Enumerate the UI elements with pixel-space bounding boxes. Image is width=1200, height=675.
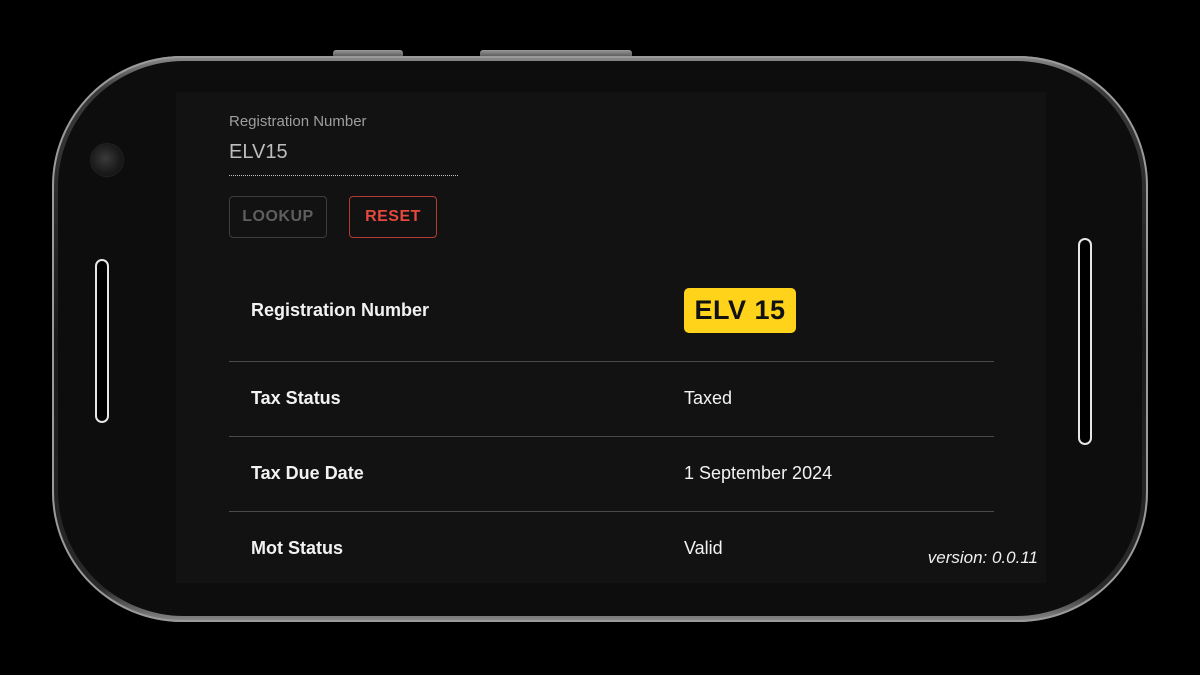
device-stage: Registration Number LOOKUP RESET Registr… (0, 0, 1200, 675)
lookup-button[interactable]: LOOKUP (229, 196, 327, 238)
reset-button[interactable]: RESET (349, 196, 437, 238)
speaker-grille-right (1078, 238, 1092, 445)
row-value: 1 September 2024 (684, 463, 833, 483)
number-plate-badge: ELV 15 (684, 288, 796, 333)
row-label: Tax Status (251, 388, 341, 408)
vehicle-details-table: Registration Number ELV 15 Tax Status Ta… (229, 267, 994, 583)
table-row: Tax Due Date 1 September 2024 (229, 437, 994, 512)
speaker-grille-left (95, 259, 109, 423)
table-row: Registration Number ELV 15 (229, 267, 994, 362)
table-row: Mot Status Valid (229, 512, 994, 583)
app-screen: Registration Number LOOKUP RESET Registr… (176, 92, 1046, 583)
row-label: Registration Number (251, 300, 430, 320)
row-label: Mot Status (251, 538, 343, 558)
registration-field-label: Registration Number (229, 113, 367, 130)
row-label: Tax Due Date (251, 463, 364, 483)
row-value: Taxed (684, 388, 733, 408)
version-label: version: 0.0.11 (927, 548, 1038, 567)
row-value: Valid (684, 538, 723, 558)
registration-field: Registration Number (229, 112, 458, 176)
front-camera-icon (91, 144, 123, 176)
table-row: Tax Status Taxed (229, 362, 994, 437)
registration-input[interactable] (229, 138, 458, 176)
